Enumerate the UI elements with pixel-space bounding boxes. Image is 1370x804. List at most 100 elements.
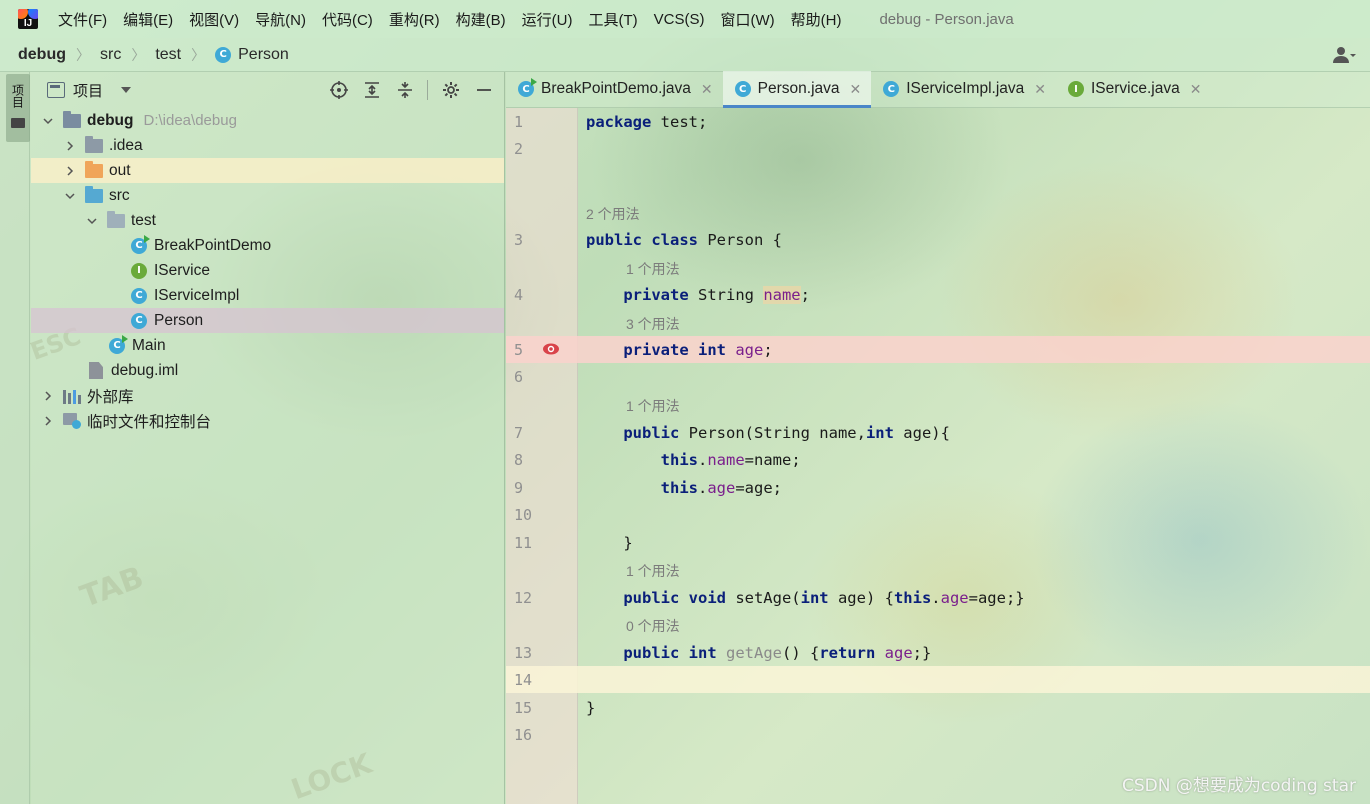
field-watchpoint-icon[interactable]: [542, 342, 560, 356]
tree-item-person[interactable]: C Person: [31, 308, 504, 333]
close-icon[interactable]: ✕: [850, 81, 862, 98]
tab-iserviceimpl[interactable]: C IServiceImpl.java ✕: [871, 71, 1056, 107]
breadcrumb-src[interactable]: src: [100, 46, 121, 64]
menu-window[interactable]: 窗口(W): [720, 9, 774, 30]
chevron-right-icon[interactable]: [63, 164, 77, 178]
project-panel-header: 项目: [31, 72, 504, 108]
usage-hint[interactable]: 2 个用法: [586, 204, 640, 224]
close-icon[interactable]: ✕: [1034, 81, 1046, 98]
tree-item-iserviceimpl[interactable]: C IServiceImpl: [31, 283, 504, 308]
chevron-right-icon: 〉: [76, 46, 90, 63]
project-panel-title[interactable]: 项目: [73, 80, 103, 101]
code-area[interactable]: 1 package test; 2 2 个用法 3 public class P…: [506, 108, 1370, 804]
tree-item-label: src: [109, 186, 130, 204]
close-icon[interactable]: ✕: [1190, 81, 1202, 98]
editor-tabs: C BreakPointDemo.java ✕ C Person.java ✕ …: [506, 71, 1370, 108]
code-line[interactable]: 1 package test;: [506, 108, 1370, 135]
collapse-all-icon[interactable]: [395, 80, 415, 100]
code-line[interactable]: 9 this.age=age;: [506, 474, 1370, 501]
menu-help[interactable]: 帮助(H): [791, 9, 842, 30]
tab-iservice[interactable]: I IService.java ✕: [1056, 71, 1211, 107]
tree-item-debug-iml[interactable]: debug.iml: [31, 358, 504, 383]
gear-icon[interactable]: [441, 80, 461, 100]
code-text: public class Person {: [586, 230, 782, 249]
usage-hint[interactable]: 1 个用法: [626, 259, 680, 279]
tree-item-iservice[interactable]: I IService: [31, 258, 504, 283]
tree-item-debug[interactable]: debug D:\idea\debug: [31, 108, 504, 133]
code-line-breakpoint[interactable]: 5 private int age;: [506, 336, 1370, 363]
usage-hint[interactable]: 0 个用法: [626, 616, 680, 636]
chevron-down-icon[interactable]: [85, 214, 99, 228]
code-line[interactable]: 4 private String name;: [506, 281, 1370, 308]
code-text: this.age=age;: [660, 478, 782, 497]
locate-file-icon[interactable]: [329, 80, 349, 100]
menu-run[interactable]: 运行(U): [522, 9, 573, 30]
chevron-right-icon[interactable]: [41, 389, 55, 403]
line-number: 12: [514, 588, 533, 607]
tree-item-scratches[interactable]: 临时文件和控制台: [31, 408, 504, 433]
tab-label: Person.java: [757, 80, 840, 97]
code-line[interactable]: 13 public int getAge() {return age;}: [506, 639, 1370, 666]
tree-item-breakpointdemo[interactable]: C BreakPointDemo: [31, 233, 504, 258]
code-line[interactable]: 10: [506, 501, 1370, 528]
intellij-logo-icon[interactable]: IJ: [18, 9, 38, 29]
breadcrumb-project[interactable]: debug: [18, 46, 66, 64]
window-title: debug - Person.java: [879, 10, 1014, 28]
user-account-icon[interactable]: [1332, 46, 1356, 64]
chevron-down-icon[interactable]: [121, 87, 132, 93]
code-text: }: [586, 533, 633, 552]
source-folder-icon: [85, 185, 103, 203]
code-line[interactable]: 8 this.name=name;: [506, 446, 1370, 473]
tab-person[interactable]: C Person.java ✕: [722, 71, 872, 108]
project-tool-tab[interactable]: 项目: [6, 74, 30, 142]
tab-breakpointdemo[interactable]: C BreakPointDemo.java ✕: [506, 71, 723, 107]
tree-item-src[interactable]: src: [31, 183, 504, 208]
hide-panel-icon[interactable]: [474, 80, 494, 100]
usage-hint[interactable]: 1 个用法: [626, 561, 680, 581]
menu-navigate[interactable]: 导航(N): [255, 9, 306, 30]
code-line[interactable]: 3 public class Person {: [506, 226, 1370, 253]
line-number: 11: [514, 533, 533, 552]
tree-item-idea[interactable]: .idea: [31, 133, 504, 158]
code-line[interactable]: 7 public Person(String name,int age){: [506, 419, 1370, 446]
menu-file[interactable]: 文件(F): [58, 9, 107, 30]
usage-hint[interactable]: 3 个用法: [626, 314, 680, 334]
usage-hint[interactable]: 1 个用法: [626, 396, 680, 416]
menu-build[interactable]: 构建(B): [456, 9, 506, 30]
chevron-down-icon[interactable]: [41, 114, 55, 128]
menu-edit[interactable]: 编辑(E): [123, 9, 173, 30]
code-line[interactable]: 15 }: [506, 694, 1370, 721]
chevron-down-icon[interactable]: [63, 189, 77, 203]
breadcrumb-test[interactable]: test: [155, 46, 181, 64]
menu-refactor[interactable]: 重构(R): [389, 9, 440, 30]
tree-item-test[interactable]: test: [31, 208, 504, 233]
menu-code[interactable]: 代码(C): [322, 9, 373, 30]
menu-view[interactable]: 视图(V): [189, 9, 239, 30]
tree-item-label: 外部库: [87, 388, 134, 406]
breadcrumb-person[interactable]: C Person: [215, 46, 289, 64]
code-line[interactable]: 16: [506, 721, 1370, 748]
class-icon: C: [883, 81, 900, 97]
code-line-current[interactable]: 14: [506, 666, 1370, 693]
code-line[interactable]: 11 }: [506, 529, 1370, 556]
interface-icon: I: [1068, 81, 1084, 97]
expand-all-icon[interactable]: [362, 80, 382, 100]
chevron-right-icon[interactable]: [41, 414, 55, 428]
project-tree: debug D:\idea\debug .idea out src test C…: [31, 108, 504, 433]
menu-vcs[interactable]: VCS(S): [654, 11, 705, 28]
chevron-right-icon[interactable]: [63, 139, 77, 153]
code-text: this.name=name;: [660, 450, 801, 469]
code-line[interactable]: 2: [506, 135, 1370, 162]
code-line[interactable]: 6: [506, 363, 1370, 390]
tab-label: BreakPointDemo.java: [541, 80, 691, 97]
close-icon[interactable]: ✕: [701, 81, 713, 98]
tree-item-main[interactable]: C Main: [31, 333, 504, 358]
code-line[interactable]: 12 public void setAge(int age) {this.age…: [506, 584, 1370, 611]
menu-tools[interactable]: 工具(T): [588, 9, 637, 30]
module-file-icon: [89, 362, 103, 379]
tree-item-label: debug.iml: [111, 361, 179, 379]
tree-item-external-libraries[interactable]: 外部库: [31, 383, 504, 408]
tab-label: IService.java: [1091, 80, 1180, 97]
tree-item-out[interactable]: out: [31, 158, 504, 183]
runnable-class-icon: C: [131, 234, 150, 254]
